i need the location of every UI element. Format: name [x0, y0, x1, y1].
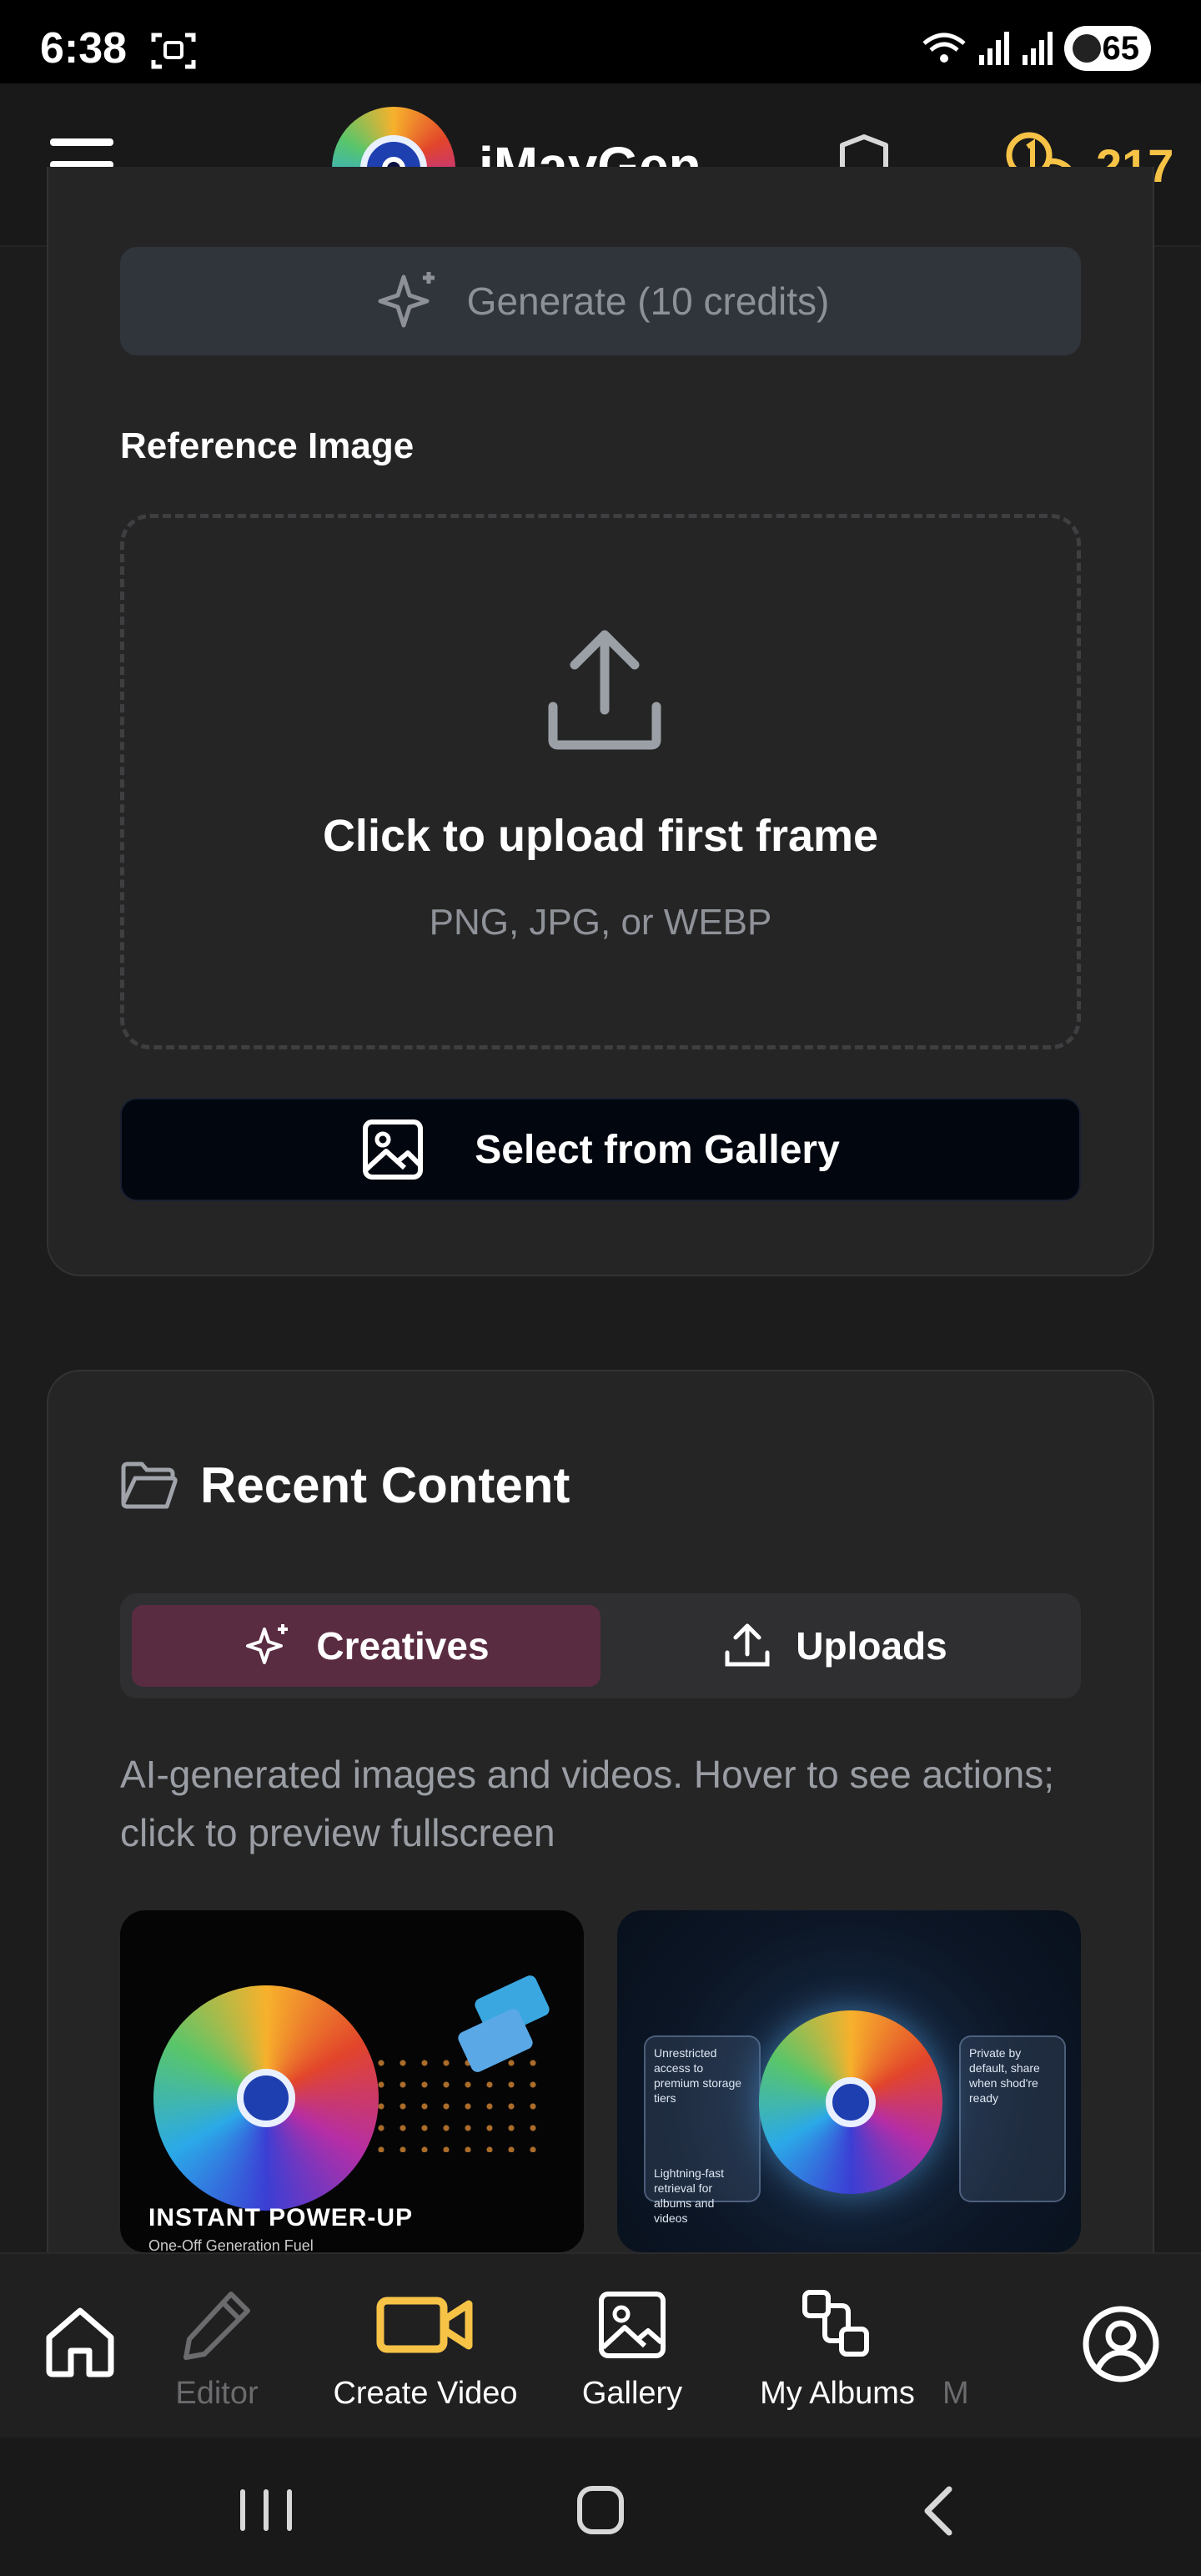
home-button[interactable] [577, 2486, 624, 2534]
nav-profile[interactable] [1038, 2304, 1201, 2384]
upload-dropzone[interactable]: Click to upload first frame PNG, JPG, or… [120, 514, 1081, 1049]
home-icon [46, 2307, 114, 2377]
select-from-gallery-button[interactable]: Select from Gallery [120, 1098, 1081, 1201]
recent-apps-button[interactable] [240, 2489, 292, 2531]
screenshot-icon [151, 33, 196, 69]
battery-level: 65 [1102, 29, 1140, 67]
recent-content-header: Recent Content [120, 1452, 570, 1518]
sparkle-icon [378, 272, 435, 328]
content-thumbnail[interactable]: INSTANT POWER-UP One-Off Generation Fuel [120, 1910, 584, 2252]
back-icon[interactable] [916, 2484, 962, 2538]
signal-icon [1023, 32, 1053, 65]
status-bar: 6:38 65 [0, 0, 1201, 83]
nav-my-albums-label: My Albums [760, 2376, 915, 2411]
upload-hint: PNG, JPG, or WEBP [429, 902, 772, 943]
tab-uploads-label: Uploads [796, 1624, 947, 1668]
status-time: 6:38 [40, 24, 128, 73]
thumbnail-panel-left: Unrestricted access to premium storage t… [644, 2035, 761, 2225]
thumbnail-panel-right: Private by default, share when shod're r… [959, 2035, 1066, 2202]
bottom-navigation: Editor Create Video Gallery My Albums M [0, 2252, 1201, 2438]
swirl-logo-image [759, 2010, 942, 2194]
upload-icon [548, 630, 661, 750]
power-saving-icon [1073, 34, 1101, 63]
generate-button[interactable]: Generate (10 credits) [120, 247, 1081, 355]
pencil-icon [183, 2292, 250, 2360]
nav-gallery[interactable]: Gallery [549, 2287, 716, 2412]
tab-creatives-label: Creatives [316, 1624, 490, 1668]
battery-indicator: 65 [1064, 26, 1151, 71]
folder-icon [121, 1462, 178, 1509]
thumbnail-caption: INSTANT POWER-UP [148, 2204, 414, 2231]
generate-button-label: Generate (10 credits) [466, 279, 830, 323]
nav-editor-label: Editor [175, 2376, 259, 2411]
nav-gallery-label: Gallery [581, 2376, 683, 2411]
upload-title: Click to upload first frame [322, 811, 879, 861]
signal-icon [979, 32, 1009, 65]
upload-icon [725, 1623, 770, 1667]
content-thumbnail[interactable]: Unrestricted access to premium storage t… [617, 1910, 1081, 2252]
wifi-icon [922, 33, 966, 63]
nav-more-label: M [942, 2376, 969, 2411]
gallery-button-label: Select from Gallery [475, 1127, 840, 1172]
nav-my-albums[interactable]: My Albums [746, 2287, 929, 2412]
system-navigation-bar [0, 2438, 1201, 2576]
recent-content-title: Recent Content [200, 1457, 570, 1513]
nav-more[interactable]: M [942, 2287, 1009, 2412]
albums-icon [802, 2290, 869, 2357]
image-icon [363, 1119, 424, 1180]
content-tabs: Creatives Uploads [120, 1593, 1081, 1698]
tab-uploads[interactable]: Uploads [600, 1605, 1069, 1687]
recent-content-description: AI-generated images and videos. Hover to… [120, 1753, 1054, 1854]
profile-icon [1083, 2306, 1159, 2382]
swirl-logo-image [153, 1985, 379, 2211]
video-camera-icon [376, 2297, 473, 2353]
sparkle-icon [246, 1624, 289, 1664]
thumbnail-subcaption: One-Off Generation Fuel [148, 2237, 314, 2252]
nav-create-video-label: Create Video [333, 2376, 518, 2411]
tab-creatives[interactable]: Creatives [132, 1605, 600, 1687]
image-icon [599, 2292, 666, 2358]
nav-create-video[interactable]: Create Video [317, 2287, 534, 2412]
reference-image-label: Reference Image [120, 425, 415, 466]
nav-editor[interactable]: Editor [133, 2287, 300, 2412]
status-indicators: 65 [921, 25, 1151, 72]
